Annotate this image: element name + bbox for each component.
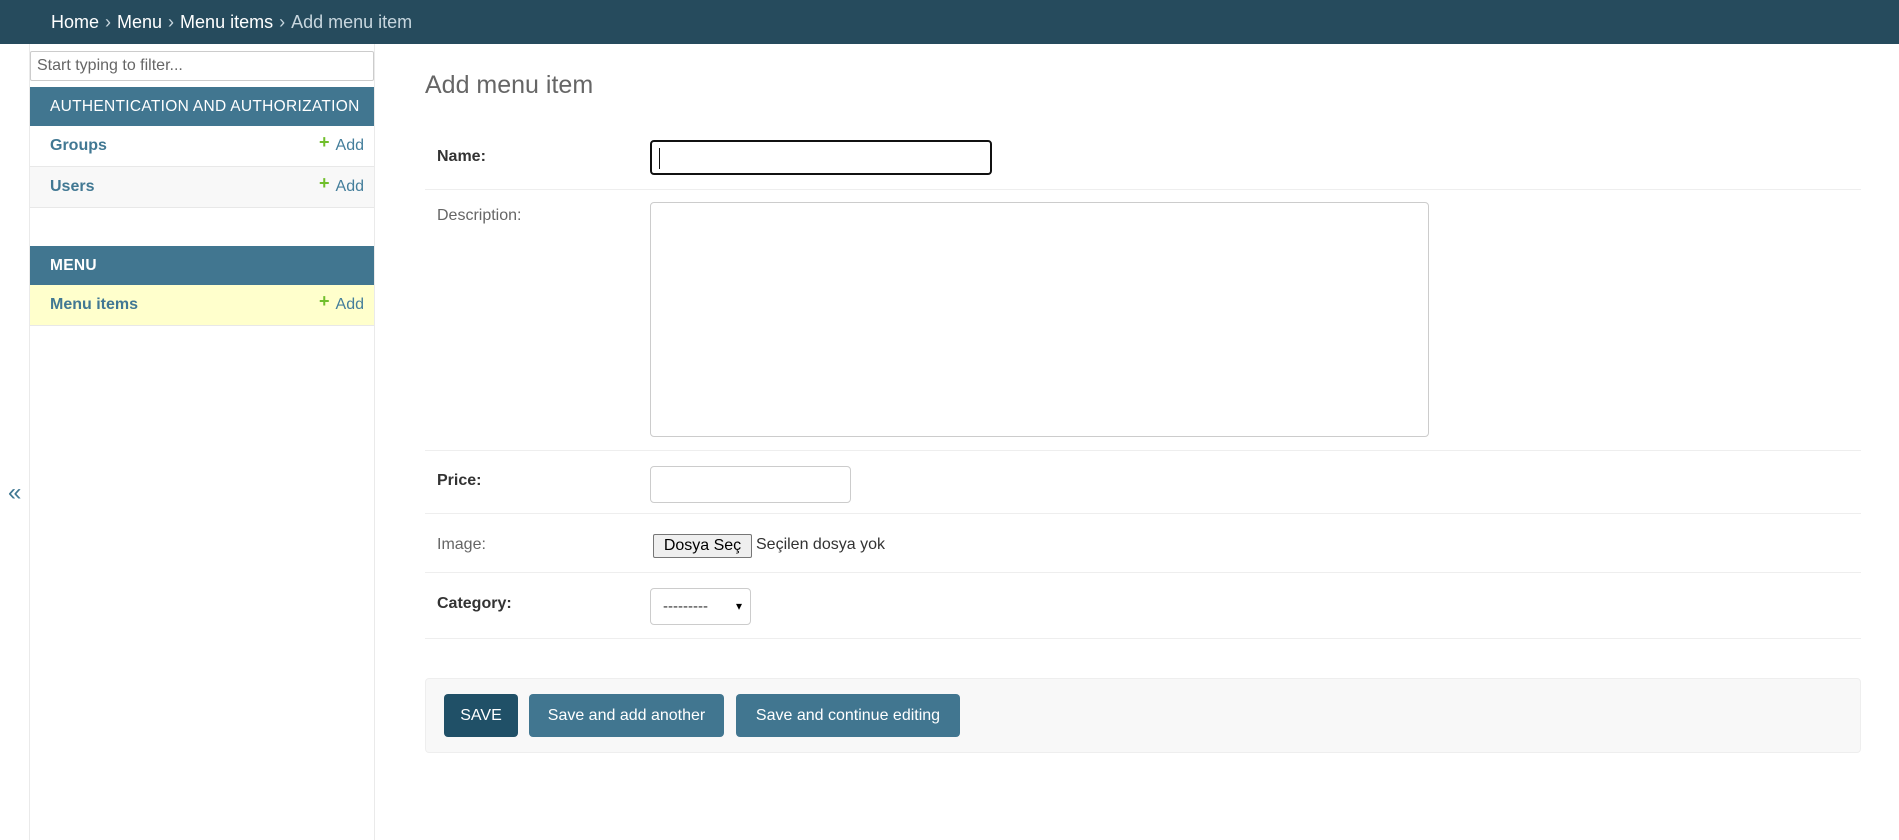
- save-and-continue-button[interactable]: Save and continue editing: [736, 694, 960, 737]
- form-row-name: Name:: [425, 44, 1861, 190]
- image-label: Image:: [437, 536, 486, 553]
- header-breadcrumbs-bar: Home › Menu › Menu items › Add menu item: [0, 0, 1899, 44]
- name-input[interactable]: [650, 140, 992, 175]
- form-row-image: Image:: [425, 514, 1861, 573]
- submit-row: SAVE Save and add another Save and conti…: [425, 678, 1861, 753]
- price-label: Price:: [437, 472, 482, 489]
- breadcrumb-separator: ›: [105, 11, 112, 32]
- add-label: Add: [335, 296, 364, 313]
- sidebar-item-menu-items: Menu items + Add: [30, 285, 374, 326]
- module-caption-menu[interactable]: MENU: [30, 246, 374, 285]
- category-select[interactable]: --------- ▾: [650, 588, 751, 625]
- name-label: Name:: [437, 148, 486, 165]
- choose-file-button[interactable]: Dosya Seç: [653, 534, 752, 558]
- form-row-price: Price:: [425, 451, 1861, 514]
- sidebar-link-users[interactable]: Users: [50, 178, 94, 196]
- save-and-add-another-button[interactable]: Save and add another: [529, 694, 724, 737]
- breadcrumb-home[interactable]: Home: [51, 12, 99, 33]
- nav-sidebar: AUTHENTICATION AND AUTHORIZATION Groups …: [30, 44, 375, 840]
- save-button[interactable]: SAVE: [444, 694, 518, 737]
- module-auth: AUTHENTICATION AND AUTHORIZATION Groups …: [30, 87, 374, 208]
- nav-filter-input[interactable]: [30, 51, 374, 81]
- breadcrumb-menu-items[interactable]: Menu items: [180, 12, 273, 33]
- add-groups-link[interactable]: + Add: [319, 132, 364, 157]
- category-label: Category:: [437, 595, 512, 612]
- collapse-sidebar-icon[interactable]: «: [8, 481, 21, 505]
- sidebar-item-groups: Groups + Add: [30, 126, 374, 167]
- sidebar-link-groups[interactable]: Groups: [50, 137, 107, 155]
- sidebar-item-users: Users + Add: [30, 167, 374, 208]
- category-selected-value: ---------: [663, 598, 708, 615]
- plus-icon: +: [319, 290, 330, 311]
- add-menu-items-link[interactable]: + Add: [319, 291, 364, 316]
- add-label: Add: [335, 178, 364, 195]
- breadcrumb-current: Add menu item: [291, 11, 413, 32]
- breadcrumb-menu[interactable]: Menu: [117, 12, 162, 33]
- module-menu: MENU Menu items + Add: [30, 246, 374, 326]
- plus-icon: +: [319, 172, 330, 193]
- file-status-text: Seçilen dosya yok: [756, 536, 885, 553]
- price-input[interactable]: [650, 466, 851, 503]
- plus-icon: +: [319, 131, 330, 152]
- add-label: Add: [335, 137, 364, 154]
- sidebar-toggle-strip[interactable]: «: [0, 44, 30, 840]
- text-cursor: [659, 148, 660, 169]
- sidebar-link-menu-items[interactable]: Menu items: [50, 296, 138, 314]
- breadcrumb-separator: ›: [168, 11, 175, 32]
- module-caption-auth[interactable]: AUTHENTICATION AND AUTHORIZATION: [30, 87, 374, 126]
- breadcrumb-separator: ›: [279, 11, 286, 32]
- description-label: Description:: [437, 207, 522, 224]
- add-users-link[interactable]: + Add: [319, 173, 364, 198]
- form-row-category: Category:: [425, 573, 1861, 639]
- chevron-down-icon: ▾: [735, 599, 742, 613]
- description-textarea[interactable]: [650, 202, 1429, 437]
